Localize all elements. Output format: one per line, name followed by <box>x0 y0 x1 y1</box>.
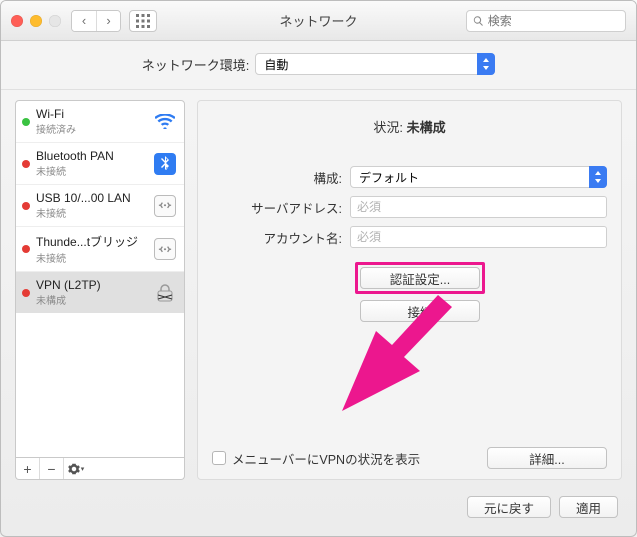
location-row: ネットワーク環境: 自動 <box>1 41 636 90</box>
location-value: 自動 <box>255 53 495 75</box>
service-name: VPN (L2TP) <box>36 278 154 292</box>
show-all-button[interactable] <box>129 10 157 32</box>
wifi-icon <box>154 111 176 133</box>
search-icon <box>473 15 484 27</box>
zoom-icon[interactable] <box>49 15 61 27</box>
close-icon[interactable] <box>11 15 23 27</box>
apply-button[interactable]: 適用 <box>559 496 618 518</box>
service-name: Thunde...tブリッジ <box>36 233 154 250</box>
location-label: ネットワーク環境: <box>142 55 250 74</box>
service-status: 未接続 <box>36 250 154 265</box>
status-dot-icon <box>22 245 30 253</box>
service-toolbar: + − ▾ <box>15 458 185 480</box>
service-name: Wi-Fi <box>36 107 154 121</box>
grid-icon <box>136 14 150 28</box>
back-button[interactable]: ‹ <box>72 11 96 31</box>
service-item[interactable]: USB 10/...00 LAN未接続 <box>16 185 184 227</box>
status-dot-icon <box>22 160 30 168</box>
nav-buttons: ‹ › <box>71 10 121 32</box>
add-service-button[interactable]: + <box>16 458 40 479</box>
chevron-updown-icon <box>477 53 495 75</box>
service-item[interactable]: Bluetooth PAN未接続 <box>16 143 184 185</box>
location-select[interactable]: 自動 <box>255 53 495 75</box>
service-name: Bluetooth PAN <box>36 149 154 163</box>
show-vpn-menubar-checkbox[interactable]: メニューバーにVPNの状況を表示 <box>212 449 420 468</box>
forward-button[interactable]: › <box>96 11 120 31</box>
service-status: 未接続 <box>36 163 154 178</box>
eth-icon <box>154 238 176 260</box>
server-address-input[interactable] <box>350 196 607 218</box>
config-label: 構成: <box>212 168 342 187</box>
server-address-label: サーバアドレス: <box>212 198 342 217</box>
show-vpn-menubar-label: メニューバーにVPNの状況を表示 <box>232 449 420 468</box>
eth-icon <box>154 195 176 217</box>
bt-icon <box>154 153 176 175</box>
service-item[interactable]: Wi-Fi接続済み <box>16 101 184 143</box>
status-dot-icon <box>22 289 30 297</box>
service-list: Wi-Fi接続済みBluetooth PAN未接続USB 10/...00 LA… <box>15 100 185 458</box>
service-sidebar: Wi-Fi接続済みBluetooth PAN未接続USB 10/...00 LA… <box>15 100 185 480</box>
titlebar: ‹ › ネットワーク <box>1 1 636 41</box>
gear-icon <box>68 463 80 475</box>
detail-panel: 状況: 未構成 構成: デフォルト サーバアドレス: アカウント名: <box>197 100 622 480</box>
minimize-icon[interactable] <box>30 15 42 27</box>
account-name-label: アカウント名: <box>212 228 342 247</box>
service-name: USB 10/...00 LAN <box>36 191 154 205</box>
remove-service-button[interactable]: − <box>40 458 64 479</box>
connect-button[interactable]: 接続 <box>360 300 480 322</box>
chevron-updown-icon <box>589 166 607 188</box>
advanced-button[interactable]: 詳細... <box>487 447 607 469</box>
service-status: 未構成 <box>36 292 154 307</box>
vpn-icon <box>154 282 176 304</box>
search-field[interactable] <box>466 10 626 32</box>
status-value: 未構成 <box>407 120 446 135</box>
service-item[interactable]: Thunde...tブリッジ未接続 <box>16 227 184 272</box>
annotation-highlight: 認証設定... <box>355 262 485 294</box>
service-status: 接続済み <box>36 121 154 136</box>
revert-button[interactable]: 元に戻す <box>467 496 551 518</box>
service-actions-button[interactable]: ▾ <box>64 458 88 479</box>
config-value: デフォルト <box>350 166 607 188</box>
service-item[interactable]: VPN (L2TP)未構成 <box>16 272 184 313</box>
service-status: 未接続 <box>36 205 154 220</box>
status-dot-icon <box>22 202 30 210</box>
account-name-input[interactable] <box>350 226 607 248</box>
window-controls <box>11 15 61 27</box>
auth-settings-button[interactable]: 認証設定... <box>360 267 480 289</box>
window-footer: 元に戻す 適用 <box>1 490 636 528</box>
config-select[interactable]: デフォルト <box>350 166 607 188</box>
checkbox-icon <box>212 451 226 465</box>
search-input[interactable] <box>488 14 619 28</box>
status-line: 状況: 未構成 <box>212 117 607 136</box>
status-dot-icon <box>22 118 30 126</box>
